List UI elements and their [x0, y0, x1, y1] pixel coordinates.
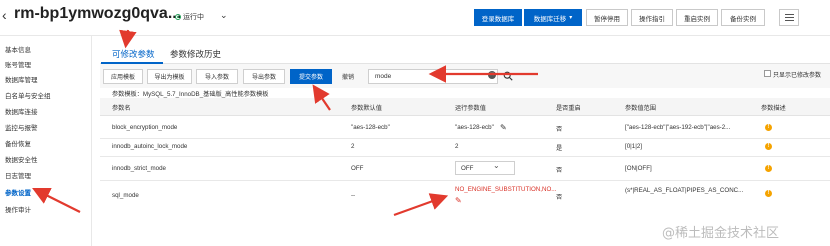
tab-modifiable-params[interactable]: 可修改参数 — [112, 48, 155, 60]
clear-search-icon[interactable]: × — [488, 71, 496, 79]
info-icon[interactable]: ! — [765, 190, 772, 197]
row-divider — [100, 180, 830, 181]
edit-icon[interactable]: ✎ — [455, 196, 462, 205]
operation-guide-button[interactable]: 操作指引 — [631, 9, 673, 26]
row-restart: 是 — [556, 145, 563, 152]
row-running-value: "aes-128-ecb" — [455, 124, 494, 131]
export-params-label: 导出参数 — [251, 75, 276, 81]
dropdown-caret-icon: ▾ — [569, 15, 573, 21]
row-restart: 否 — [556, 126, 563, 133]
status-text: 运行中 — [183, 14, 204, 21]
migrate-database-button[interactable]: 数据库迁移 ▾ — [524, 9, 582, 26]
running-value-select[interactable]: OFF — [455, 161, 515, 175]
apply-template-button[interactable]: 应用模板 — [103, 69, 143, 84]
annotation-arrows — [32, 29, 538, 217]
sidebar-item-parameters[interactable]: 参数设置 — [5, 187, 31, 197]
sidebar-item-logs[interactable]: 日志管理 — [5, 170, 31, 180]
export-params-button[interactable]: 导出参数 — [243, 69, 285, 84]
row-running-value: 2 — [455, 143, 459, 150]
sidebar-item-basic-info[interactable]: 基本信息 — [5, 44, 31, 54]
row-restart: 否 — [556, 167, 563, 174]
login-database-label: 登录数据库 — [481, 15, 515, 23]
running-status-icon — [175, 14, 181, 20]
back-arrow-icon[interactable]: ‹ — [2, 8, 12, 22]
show-modified-label: 只显示已修改参数 — [773, 73, 822, 79]
column-header-restart: 是否重启 — [556, 105, 581, 112]
operation-guide-label: 操作指引 — [639, 15, 665, 23]
sidebar-item-whitelist[interactable]: 白名单与安全组 — [5, 90, 51, 100]
undo-label: 撤销 — [341, 75, 354, 81]
sidebar-item-accounts[interactable]: 账号管理 — [5, 59, 31, 69]
pause-instance-label: 暂停停用 — [594, 15, 620, 23]
restart-instance-button[interactable]: 重启实例 — [676, 9, 718, 26]
sidebar-item-monitoring[interactable]: 监控与报警 — [5, 122, 38, 132]
undo-button[interactable]: 撤销 — [336, 69, 360, 84]
row-param-name: sql_mode — [112, 192, 139, 199]
row-range: [0|1|2] — [625, 143, 642, 150]
row-range: [ON|OFF] — [625, 165, 652, 172]
sidebar-item-audit[interactable]: 操作审计 — [5, 204, 31, 214]
info-icon[interactable]: ! — [765, 165, 772, 172]
row-param-name: innodb_autoinc_lock_mode — [112, 143, 188, 150]
submit-params-label: 提交参数 — [298, 75, 323, 81]
row-range: (s*|REAL_AS_FLOAT|PIPES_AS_CONC... — [625, 187, 744, 194]
menu-line-icon — [784, 17, 794, 18]
row-running-value-modified: NO_ENGINE_SUBSTITUTION,NO... — [455, 186, 557, 193]
column-header-default: 参数默认值 — [351, 105, 382, 112]
arrow-to-sqlmode — [393, 193, 449, 217]
menu-line-icon — [784, 20, 794, 21]
export-template-label: 导出为模板 — [154, 75, 185, 81]
status-badge: 运行中 — [175, 12, 204, 22]
instance-title: rm-bp1ymwozg0qva... — [14, 5, 182, 22]
column-header-running: 运行参数值 — [455, 105, 486, 112]
row-divider — [100, 156, 830, 157]
menu-line-icon — [784, 14, 794, 15]
row-default-value: "aes-128-ecb" — [351, 124, 390, 131]
restart-instance-label: 重启实例 — [684, 15, 710, 23]
sidebar-item-backup[interactable]: 备份恢复 — [5, 138, 31, 148]
row-default-value: OFF — [351, 165, 364, 172]
sidebar-item-connection[interactable]: 数据库连接 — [5, 106, 38, 116]
apply-template-label: 应用模板 — [110, 75, 135, 81]
row-default-value: 2 — [351, 143, 355, 150]
row-divider — [100, 138, 830, 139]
migrate-database-label: 数据库迁移 — [533, 15, 567, 23]
edit-icon[interactable]: ✎ — [500, 123, 507, 132]
info-icon[interactable]: ! — [765, 143, 772, 150]
row-param-name: block_encryption_mode — [112, 124, 178, 131]
login-database-button[interactable]: 登录数据库 — [474, 9, 522, 26]
row-default-value: -- — [351, 192, 356, 199]
show-modified-checkbox[interactable] — [764, 70, 771, 77]
more-menu-button[interactable] — [779, 9, 799, 26]
search-icon[interactable] — [503, 71, 513, 81]
import-params-label: 导入参数 — [204, 75, 229, 81]
sidebar-item-data-security[interactable]: 数据安全性 — [5, 154, 38, 164]
sidebar-item-databases[interactable]: 数据库管理 — [5, 74, 38, 84]
column-header-range: 参数值范围 — [625, 105, 656, 112]
tab-param-history[interactable]: 参数修改历史 — [170, 48, 221, 60]
info-icon[interactable]: ! — [765, 124, 772, 131]
instance-switch-chevron-icon[interactable]: ⌄ — [220, 10, 228, 21]
param-template-info: 参数模板：MySQL_5.7_InnoDB_基础版_高性能参数模板 — [112, 91, 269, 98]
row-param-name: innodb_strict_mode — [112, 165, 167, 172]
export-template-button[interactable]: 导出为模板 — [147, 69, 192, 84]
column-header-description: 参数描述 — [761, 105, 786, 112]
column-header-name: 参数名 — [112, 105, 131, 112]
param-search-input[interactable] — [368, 69, 498, 84]
chevron-down-icon: ⌄ — [493, 161, 500, 170]
watermark-text: @稀土掘金技术社区 — [662, 226, 780, 241]
submit-params-button[interactable]: 提交参数 — [290, 69, 332, 84]
row-range: ["aes-128-ecb"|"aes-192-ecb"|"aes-2... — [625, 124, 731, 131]
backup-instance-label: 备份实例 — [730, 15, 756, 23]
pause-instance-button[interactable]: 暂停停用 — [586, 9, 628, 26]
import-params-button[interactable]: 导入参数 — [196, 69, 238, 84]
backup-instance-button[interactable]: 备份实例 — [721, 9, 765, 26]
row-restart: 否 — [556, 194, 563, 201]
